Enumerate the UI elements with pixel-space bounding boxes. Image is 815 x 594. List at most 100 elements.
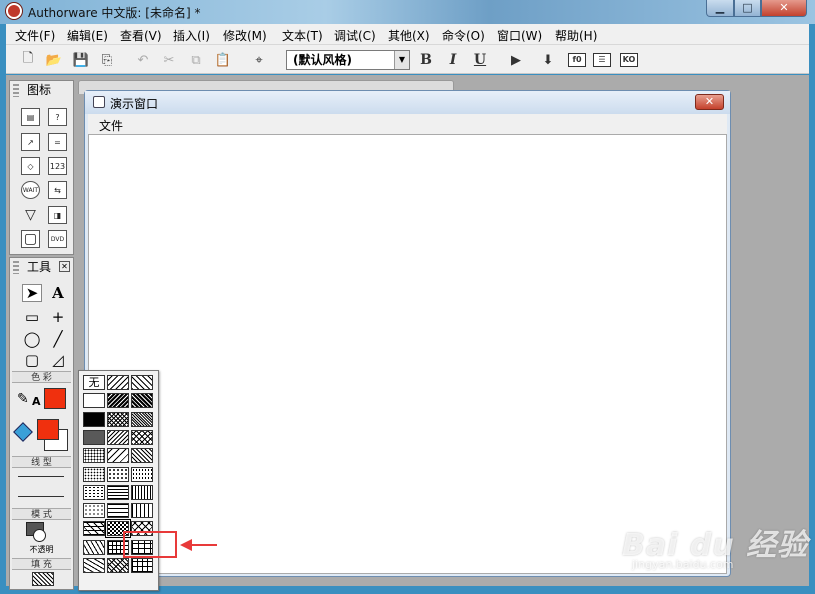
grip-handle-icon[interactable] [13,261,19,274]
question-icon[interactable]: ? [48,108,67,126]
menu-edit[interactable]: 编辑(E) [67,27,108,44]
pattern-swatch-hatch-medium[interactable] [131,448,153,464]
motion-icon[interactable]: ↗ [21,133,40,151]
pattern-swatch-brick[interactable] [83,521,105,537]
italic-button[interactable]: I [443,50,463,70]
menu-view[interactable]: 查看(V) [120,27,162,44]
pattern-swatch-cross-dense[interactable] [107,411,129,427]
menu-debug[interactable]: 调试(C) [334,27,376,44]
cross-line-tool-icon[interactable]: + [48,308,68,326]
pattern-swatch-horizontal-light[interactable] [107,503,129,519]
pattern-swatch-vertical-light[interactable] [131,503,153,519]
pattern-swatch-wave[interactable] [83,558,105,573]
copy-icon[interactable]: ⧉ [186,50,206,70]
text-color-icon: A [32,395,41,408]
tool-palette-header[interactable]: 工具 ✕ [10,258,73,277]
pattern-swatch-dots-medium[interactable] [83,448,105,464]
pattern-swatch-dots-dense[interactable] [83,429,105,445]
menu-insert[interactable]: 插入(I) [173,27,210,44]
movie-icon[interactable]: DVD [48,230,67,248]
fill-fore-color-swatch[interactable] [37,419,59,440]
minimize-button[interactable]: ▁ [706,0,734,17]
pointer-icon[interactable]: ➤ [22,284,42,302]
ellipse-tool-icon[interactable]: ◯ [22,330,42,348]
menu-command[interactable]: 命令(O) [442,27,485,44]
pattern-swatch-diag-cross[interactable] [131,429,153,445]
pattern-swatch-none[interactable]: 无 [83,375,105,390]
pattern-swatch-white[interactable] [83,393,105,409]
maximize-button[interactable]: □ [734,0,761,17]
chevron-down-icon[interactable]: ▼ [394,51,409,69]
presentation-close-button[interactable]: ✕ [695,94,724,110]
pattern-swatch-hatch-fwd-dense[interactable] [131,393,153,409]
watermark-url: jingyan.baidu.com [632,558,734,571]
open-folder-icon[interactable]: 📂 [44,50,64,70]
pattern-swatch-diag-light[interactable] [107,429,129,445]
erase-icon[interactable]: ◇ [21,157,40,175]
diagonal-line-tool-icon[interactable]: ╱ [48,330,68,348]
import-icon[interactable]: ⎘ [97,50,117,70]
framework-icon[interactable]: ◨ [48,206,67,224]
rounded-rect-tool-icon[interactable]: ▢ [22,351,42,369]
presentation-canvas[interactable] [88,134,727,574]
menu-file[interactable]: 文件(F) [15,27,55,44]
pattern-swatch-dots-check[interactable] [131,466,153,482]
menu-window[interactable]: 窗口(W) [497,27,542,44]
map-icon[interactable]: ▢ [21,230,40,248]
pattern-swatch-dots-sparse[interactable] [107,466,129,482]
menu-text[interactable]: 文本(T) [282,27,323,44]
pattern-swatch-dots-light[interactable] [83,466,105,482]
text-tool-icon[interactable]: A [48,284,68,302]
calculation-icon[interactable]: 123 [48,157,67,175]
cut-icon[interactable]: ✂ [159,50,179,70]
undo-icon[interactable]: ↶ [133,50,153,70]
pattern-swatch-diag-brick[interactable] [131,558,153,573]
pattern-swatch-dots-tiny[interactable] [83,503,105,519]
pattern-swatch-zigzag[interactable] [83,539,105,555]
close-button[interactable]: ✕ [761,0,807,17]
interaction-icon[interactable]: ▽ [21,206,40,224]
grip-handle-icon[interactable] [13,84,19,97]
pattern-swatch-diag-back-light[interactable] [107,448,129,464]
wait-icon[interactable]: WAIT [21,181,40,199]
run-icon[interactable]: ▶ [506,50,526,70]
pattern-swatch-vertical-dense[interactable] [131,484,153,500]
pattern-swatch-dots-fine[interactable] [83,484,105,500]
presentation-menu-file[interactable]: 文件 [99,117,123,134]
menu-other[interactable]: 其他(X) [388,27,430,44]
underline-button[interactable]: U [470,50,490,70]
icon-palette-header[interactable]: 图标 [10,81,73,100]
find-icon[interactable]: ⌖ [249,50,269,70]
polygon-tool-icon[interactable]: ◿ [48,351,68,369]
display-icon[interactable]: ▤ [21,108,40,126]
menu-help[interactable]: 帮助(H) [555,27,597,44]
functions-icon[interactable]: f0 [567,50,587,70]
menu-modify[interactable]: 修改(M) [223,27,267,44]
pattern-swatch-hatch-back[interactable] [107,375,129,390]
pattern-swatch-diag-dense[interactable] [131,411,153,427]
bold-button[interactable]: B [416,50,436,70]
text-style-value: (默认风格) [293,53,352,67]
fill-pattern-preview[interactable] [32,572,54,586]
pattern-swatch-hatch-fwd[interactable] [131,375,153,390]
title-bar: Authorware 中文版: [未命名] * ▁ □ ✕ [0,0,815,24]
rectangle-tool-icon[interactable]: ▭ [22,308,42,326]
close-icon[interactable]: ✕ [59,261,70,272]
pattern-swatch-horizontal-dense[interactable] [107,484,129,500]
line-style-medium[interactable] [18,496,64,497]
pattern-swatch-black[interactable] [83,411,105,427]
save-all-icon[interactable]: 💾 [71,50,91,70]
new-file-icon[interactable]: 🗋 [18,50,38,70]
knowledge-objects-icon[interactable]: KO [619,50,639,70]
decision-icon[interactable]: = [48,133,67,151]
line-color-swatch[interactable] [44,388,66,409]
variables-icon[interactable]: ☰ [592,50,612,70]
paste-icon[interactable]: 📋 [213,50,233,70]
pattern-swatch-hatch-back-dense[interactable] [107,393,129,409]
navigate-icon[interactable]: ⇆ [48,181,67,199]
authorware-app: Authorware 中文版: [未命名] * ▁ □ ✕ 文件(F) 编辑(E… [0,0,815,594]
restart-icon[interactable]: ⬇ [538,50,558,70]
pattern-swatch-weave[interactable] [107,558,129,573]
line-style-thin[interactable] [18,476,64,477]
text-style-select[interactable]: (默认风格) ▼ [286,50,410,70]
